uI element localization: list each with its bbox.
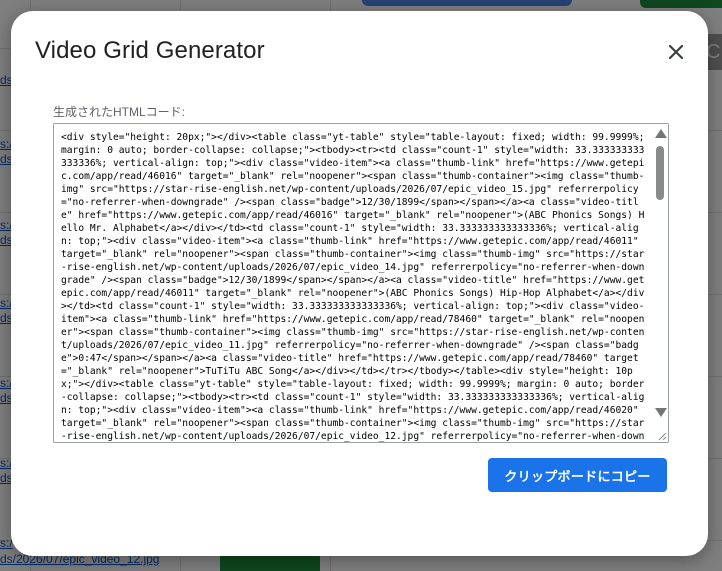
dialog-title: Video Grid Generator [35,37,265,64]
textarea-scrollbar[interactable] [652,124,668,442]
resize-handle-icon[interactable] [655,429,667,441]
close-icon [668,44,684,60]
scroll-down-arrow-icon[interactable] [655,408,667,417]
code-field-label: 生成されたHTMLコード: [53,105,186,119]
copy-to-clipboard-button[interactable]: クリップボードにコピー [488,458,667,492]
html-code-content[interactable]: <div style="height: 20px;"></div><table … [61,131,647,442]
scroll-up-arrow-icon[interactable] [655,129,667,138]
scroll-thumb[interactable] [656,146,664,200]
close-button[interactable] [663,39,689,65]
html-code-textarea[interactable]: <div style="height: 20px;"></div><table … [53,123,669,443]
video-grid-dialog: Video Grid Generator 生成されたHTMLコード: <div … [11,11,708,556]
